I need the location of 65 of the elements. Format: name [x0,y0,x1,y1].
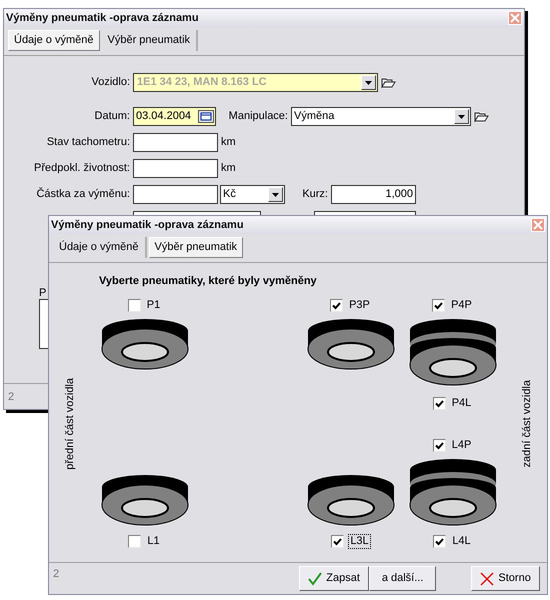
field-label: Částka za výměnu: [35,186,131,202]
dropdown-arrow-icon [365,80,372,84]
operation-combo[interactable]: Výměna [291,107,471,126]
date-field[interactable]: 03.04.2004 [133,107,216,126]
checkbox[interactable] [128,535,142,548]
checkbox[interactable] [433,535,446,548]
checkbox-label: P3P [348,298,371,313]
checkbox[interactable] [432,439,446,452]
tire-icon [307,474,395,526]
field-label: Vozidlo: [90,75,131,90]
note-field[interactable] [39,299,49,349]
side-label: přední část vozidla [62,378,77,470]
checkbox-label: P1 [146,298,162,313]
dual-tire-icon [409,458,497,526]
checkbox[interactable] [331,535,344,548]
currency-combo[interactable]: Kč [220,185,285,204]
dropdown-button[interactable] [268,187,283,202]
field-label: Kurz: [301,187,329,202]
dialog-button[interactable]: Zapsat [299,566,370,591]
checkbox-label: L1 [146,534,161,549]
checkbox[interactable] [432,299,446,312]
checkbox[interactable] [128,299,141,312]
instruction-text: Vyberte pneumatiky, které byly vyměněny [99,274,318,289]
folder-icon[interactable] [381,77,396,88]
unit-label: km [221,161,236,176]
checkbox-label: P4L [450,396,472,411]
checkbox[interactable] [432,397,446,410]
dropdown-button[interactable] [361,75,376,90]
field-label: Stav tachometru: [46,135,131,150]
field-label: Datum: [94,109,131,124]
dialog-button[interactable]: a další... [369,566,436,591]
checkbox-label: P4P [450,298,473,313]
checkbox[interactable] [330,299,344,312]
window-title: Výměny pneumatik -oprava záznamu [6,10,199,26]
tire-icon [307,318,395,370]
status-text: 2 [8,391,14,403]
tire-icon [101,474,189,526]
side-label: zadní část vozidla [520,380,534,468]
tab[interactable]: Údaje o výměně [8,30,100,51]
checkbox-label: L4P [450,438,472,453]
field-label: P [39,287,48,299]
close-icon [480,572,494,586]
tire-icon [101,318,189,370]
dual-tire-icon [409,318,497,386]
tab[interactable]: Výběr pneumatik [102,30,198,51]
input-field[interactable] [133,159,218,178]
field-label: Manipulace: [228,109,289,124]
checkbox-label: L3L [348,534,371,549]
dialog-button[interactable]: Storno [471,566,540,591]
input-field[interactable]: 1,000 [331,185,416,204]
checkbox-label: L4L [451,534,472,549]
window-title: Výměny pneumatik -oprava záznamu [51,218,244,233]
dropdown-arrow-icon [272,192,279,196]
tab[interactable]: Výběr pneumatik [148,237,244,258]
field-label: Předpokl. životnost: [33,161,131,176]
folder-icon[interactable] [474,111,489,122]
status-text: 2 [53,567,60,582]
unit-label: km [221,135,236,150]
dropdown-arrow-icon [458,114,465,118]
check-icon [308,572,322,586]
input-field[interactable] [133,133,218,152]
dropdown-button[interactable] [454,109,469,124]
calendar-icon[interactable] [198,110,214,123]
tab[interactable]: Údaje o výměně [53,237,146,258]
input-field[interactable] [133,185,218,204]
